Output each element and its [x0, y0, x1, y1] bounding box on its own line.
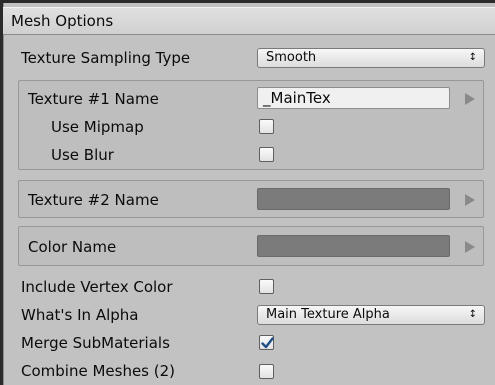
- whats-in-alpha-label: What's In Alpha: [21, 306, 139, 324]
- texture2-expand-icon[interactable]: [465, 194, 475, 206]
- whats-in-alpha-value: Main Texture Alpha: [266, 307, 390, 322]
- checkmark-icon: [261, 337, 274, 349]
- mesh-options-header[interactable]: Mesh Options: [3, 7, 495, 35]
- texture2-name-label: Texture #2 Name: [28, 191, 159, 209]
- include-vertex-color-label: Include Vertex Color: [21, 278, 173, 296]
- header-title: Mesh Options: [11, 12, 114, 30]
- texture-sampling-value: Smooth: [266, 50, 317, 65]
- color-name-expand-icon[interactable]: [465, 241, 475, 253]
- merge-submaterials-label: Merge SubMaterials: [21, 334, 170, 352]
- combine-meshes-checkbox[interactable]: [259, 364, 274, 379]
- use-mipmap-checkbox[interactable]: [259, 119, 274, 134]
- up-down-arrows-icon: ↕: [468, 309, 477, 320]
- include-vertex-color-checkbox[interactable]: [259, 279, 274, 294]
- use-blur-label: Use Blur: [51, 146, 114, 164]
- merge-submaterials-checkbox[interactable]: [259, 335, 274, 350]
- texture1-name-field[interactable]: _MainTex: [257, 87, 450, 109]
- color-name-label: Color Name: [28, 238, 117, 256]
- texture2-name-field[interactable]: [257, 188, 450, 210]
- texture1-name-label: Texture #1 Name: [28, 90, 159, 108]
- texture-sampling-dropdown[interactable]: Smooth ↕: [257, 48, 485, 68]
- texture-sampling-label: Texture Sampling Type: [21, 49, 191, 67]
- combine-meshes-label: Combine Meshes (2): [21, 362, 176, 380]
- color-name-field[interactable]: [257, 235, 450, 257]
- texture1-expand-icon[interactable]: [465, 93, 475, 105]
- use-blur-checkbox[interactable]: [259, 147, 274, 162]
- whats-in-alpha-dropdown[interactable]: Main Texture Alpha ↕: [257, 305, 485, 325]
- use-mipmap-label: Use Mipmap: [51, 118, 144, 136]
- up-down-arrows-icon: ↕: [468, 52, 477, 63]
